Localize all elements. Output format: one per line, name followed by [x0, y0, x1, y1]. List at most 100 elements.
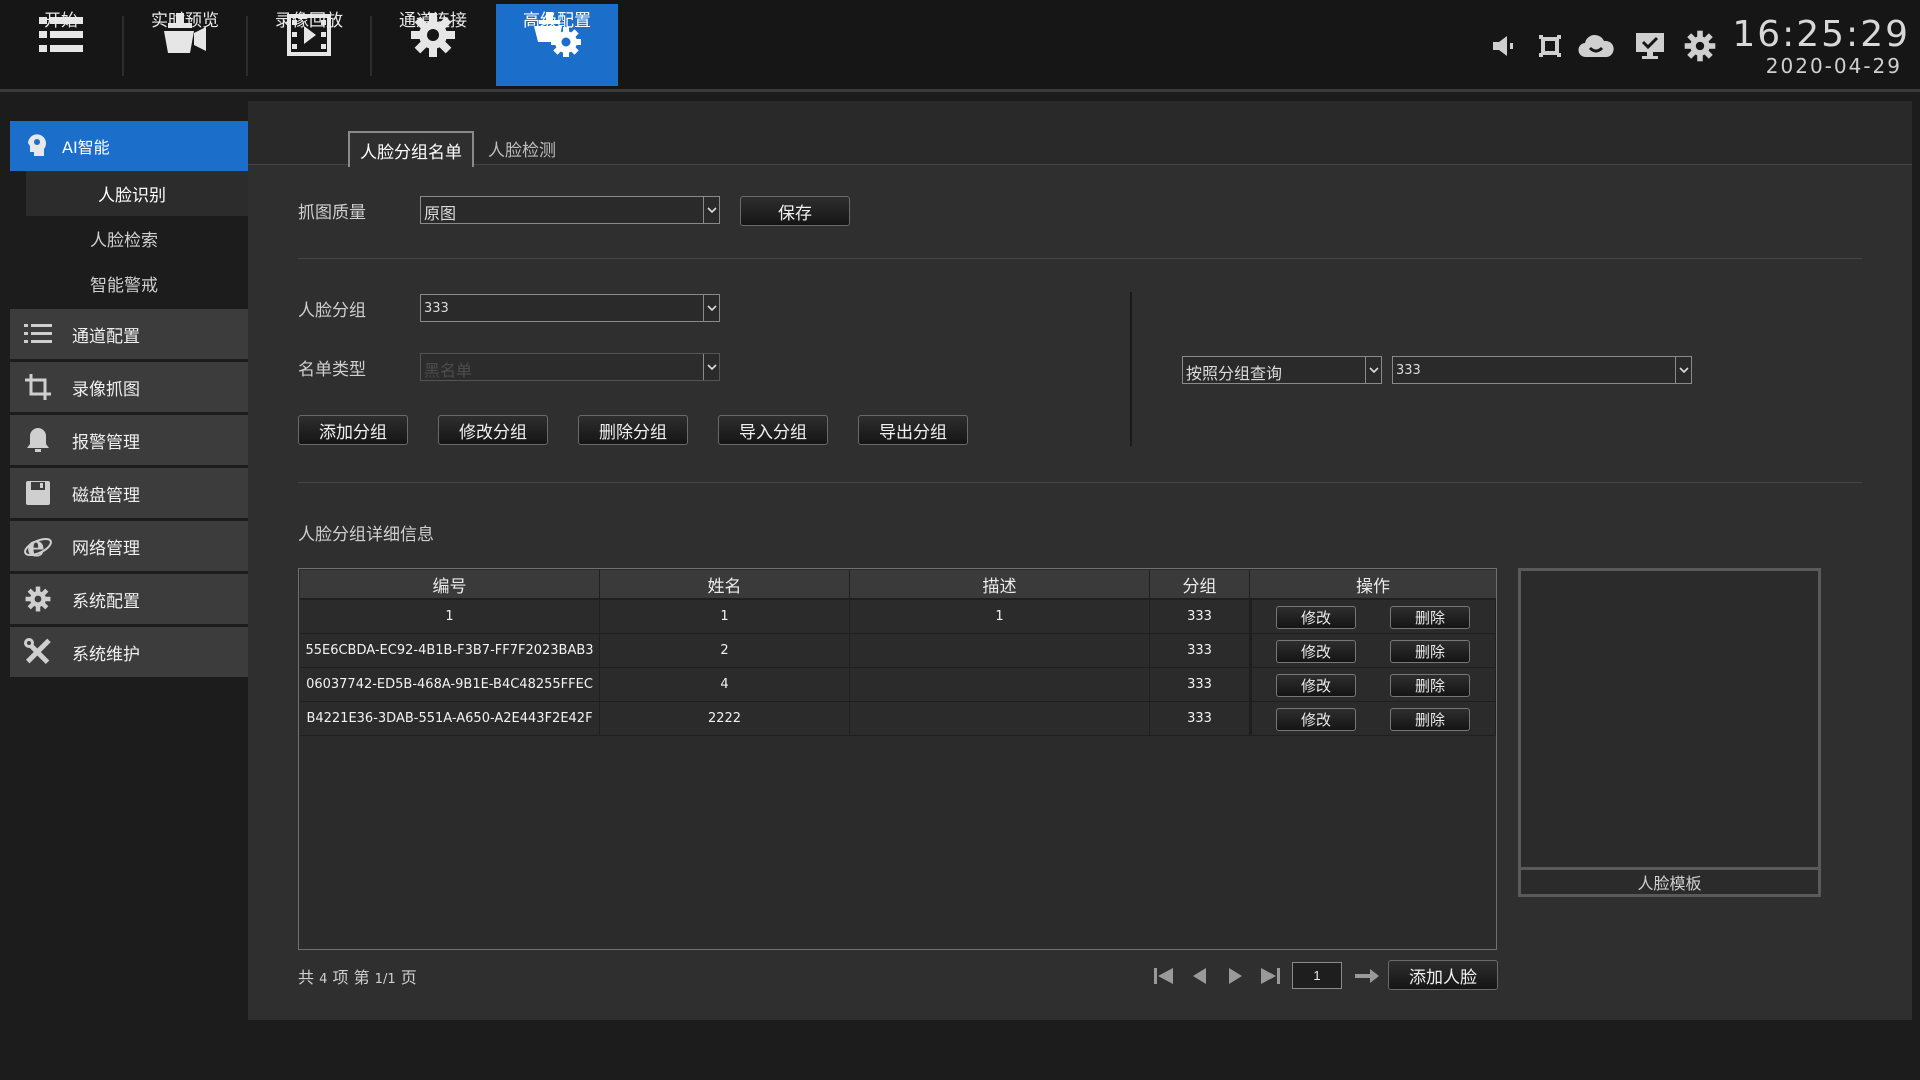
table-row[interactable]: 1 1 1 333 修改 删除	[300, 600, 1496, 634]
edit-row-button[interactable]: 修改	[1276, 674, 1356, 697]
speaker-icon[interactable]	[1484, 26, 1524, 66]
delete-row-button[interactable]: 删除	[1390, 674, 1470, 697]
monitor-icon[interactable]	[1630, 26, 1670, 66]
face-group-value: 333	[424, 301, 449, 316]
clock-date: 2020-04-29	[1765, 54, 1902, 78]
table-row[interactable]: 06037742-ED5B-468A-9B1E-B4C48255FFEC 4 3…	[300, 668, 1496, 702]
crop-icon	[22, 371, 54, 403]
page-suffix: 页	[400, 968, 417, 987]
next-page-icon[interactable]	[1222, 963, 1248, 989]
column-header-actions: 操作	[1250, 570, 1496, 600]
sidebar-item-label: 磁盘管理	[72, 485, 140, 506]
cell-group: 333	[1150, 634, 1250, 668]
delete-group-button[interactable]: 删除分组	[578, 415, 688, 445]
ai-head-icon	[24, 131, 50, 161]
tab-face-detection[interactable]: 人脸检测	[478, 131, 566, 165]
prev-page-icon[interactable]	[1187, 963, 1213, 989]
sidebar-item-label: 录像抓图	[72, 379, 140, 400]
tab-face-group-list[interactable]: 人脸分组名单	[348, 131, 474, 167]
edit-row-button[interactable]: 修改	[1276, 708, 1356, 731]
cell-desc	[850, 668, 1150, 702]
sidebar-item-network[interactable]: e 网络管理	[10, 521, 248, 571]
chevron-down-icon	[703, 295, 719, 321]
floppy-disk-icon	[22, 477, 54, 509]
list-type-select[interactable]: 黑名单	[420, 353, 720, 381]
face-group-select[interactable]: 333	[420, 294, 720, 322]
sidebar-item-record-capture[interactable]: 录像抓图	[10, 362, 248, 412]
bell-icon	[22, 424, 54, 456]
sidebar-item-label: AI智能	[62, 138, 110, 157]
sidebar-sub-face-recognition[interactable]: 人脸识别	[18, 171, 248, 216]
add-face-button[interactable]: 添加人脸	[1388, 960, 1498, 990]
capture-quality-select[interactable]: 原图	[420, 196, 720, 224]
sidebar-item-ai[interactable]: AI智能	[10, 121, 248, 171]
nav-advanced-config-label: 高级配置	[523, 11, 591, 31]
edit-row-button[interactable]: 修改	[1276, 606, 1356, 629]
add-group-button[interactable]: 添加分组	[298, 415, 408, 445]
column-header-id[interactable]: 编号	[300, 570, 600, 600]
export-group-button[interactable]: 导出分组	[858, 415, 968, 445]
column-header-desc[interactable]: 描述	[850, 570, 1150, 600]
delete-row-button[interactable]: 删除	[1390, 708, 1470, 731]
first-page-icon[interactable]	[1151, 963, 1177, 989]
settings-icon[interactable]	[1680, 26, 1720, 66]
sidebar-item-label: 通道配置	[72, 326, 140, 347]
sidebar-sub-smart-guard[interactable]: 智能警戒	[10, 261, 248, 306]
ie-globe-icon: e	[22, 530, 54, 562]
total-prefix: 共	[298, 968, 315, 987]
edit-group-button[interactable]: 修改分组	[438, 415, 548, 445]
list-type-label: 名单类型	[298, 360, 366, 380]
detail-section-title: 人脸分组详细信息	[298, 525, 434, 545]
cloud-icon[interactable]	[1576, 26, 1616, 66]
query-group-value: 333	[1396, 363, 1421, 378]
delete-row-button[interactable]: 删除	[1390, 640, 1470, 663]
cell-name: 2222	[600, 702, 850, 736]
clock-time: 16:25:29	[1732, 14, 1910, 55]
divider	[298, 258, 1862, 259]
nav-advanced-config-button[interactable]: 高级配置	[496, 4, 618, 86]
sidebar-item-label: 报警管理	[72, 432, 140, 453]
cell-id: 06037742-ED5B-468A-9B1E-B4C48255FFEC	[300, 668, 600, 702]
cell-id: B4221E36-3DAB-551A-A650-A2E443F2E42F	[300, 702, 600, 736]
face-detail-table: 编号 姓名 描述 分组 操作 1 1 1 333 修改 删除 55E6CBDA-…	[298, 568, 1497, 950]
column-header-name[interactable]: 姓名	[600, 570, 850, 600]
table-row[interactable]: 55E6CBDA-EC92-4B1B-F3B7-FF7F2023BAB3 2 3…	[300, 634, 1496, 668]
vertical-divider	[1130, 292, 1132, 446]
table-header: 编号 姓名 描述 分组 操作	[300, 570, 1496, 600]
query-mode-select[interactable]: 按照分组查询	[1182, 356, 1382, 384]
sidebar-item-system-config[interactable]: 系统配置	[10, 574, 248, 624]
face-template-preview: 人脸模板	[1518, 568, 1821, 897]
delete-row-button[interactable]: 删除	[1390, 606, 1470, 629]
cell-id: 55E6CBDA-EC92-4B1B-F3B7-FF7F2023BAB3	[300, 634, 600, 668]
sidebar-sub-face-search[interactable]: 人脸检索	[10, 216, 248, 261]
nav-start-button[interactable]: 开始	[0, 4, 122, 86]
nav-channel-connect-button[interactable]: 通道连接	[372, 4, 494, 86]
cell-group: 333	[1150, 600, 1250, 634]
cell-actions: 修改 删除	[1250, 668, 1496, 702]
sidebar-item-alarm[interactable]: 报警管理	[10, 415, 248, 465]
nav-live-preview-button[interactable]: 实时预览	[124, 4, 246, 86]
cell-actions: 修改 删除	[1250, 600, 1496, 634]
last-page-icon[interactable]	[1257, 963, 1283, 989]
edit-row-button[interactable]: 修改	[1276, 640, 1356, 663]
go-page-arrow-icon[interactable]	[1352, 963, 1382, 989]
save-button[interactable]: 保存	[740, 196, 850, 226]
table-row[interactable]: B4221E36-3DAB-551A-A650-A2E443F2E42F 222…	[300, 702, 1496, 736]
tab-bar: 人脸分组名单 人脸检测	[248, 101, 1912, 167]
nav-playback-button[interactable]: 录像回放	[248, 4, 370, 86]
gear-icon	[22, 583, 54, 615]
import-group-button[interactable]: 导入分组	[718, 415, 828, 445]
sidebar-item-channel-config[interactable]: 通道配置	[10, 309, 248, 359]
cell-desc: 1	[850, 600, 1150, 634]
cell-actions: 修改 删除	[1250, 702, 1496, 736]
list-icon	[22, 318, 54, 350]
cell-name: 1	[600, 600, 850, 634]
query-group-select[interactable]: 333	[1392, 356, 1692, 384]
page-number-input[interactable]	[1292, 962, 1342, 989]
record-icon[interactable]	[1530, 26, 1570, 66]
sidebar-item-maintenance[interactable]: 系统维护	[10, 627, 248, 677]
sidebar-item-disk[interactable]: 磁盘管理	[10, 468, 248, 518]
column-header-group[interactable]: 分组	[1150, 570, 1250, 600]
chevron-down-icon	[703, 354, 719, 380]
top-nav-bar: 开始 实时预览 录像回放 通道连接 高级配置 16:25:29 2020-04-…	[0, 0, 1920, 92]
